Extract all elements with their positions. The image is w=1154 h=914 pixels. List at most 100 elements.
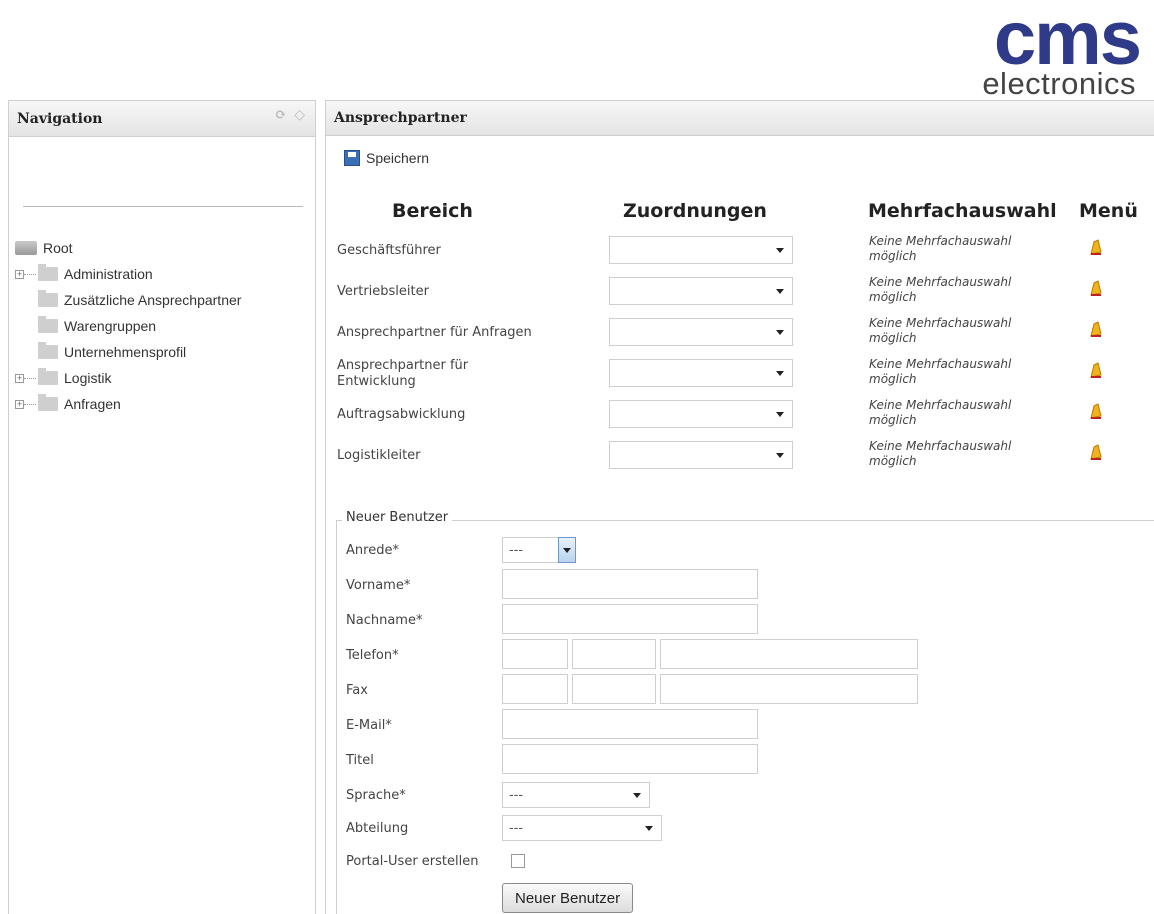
- assignment-row: Ansprechpartner für Entwicklung Keine Me…: [337, 355, 1137, 393]
- vorname-row: Vorname*: [346, 570, 506, 600]
- expand-plus-icon[interactable]: +: [15, 269, 24, 279]
- assignment-select[interactable]: [609, 236, 793, 264]
- dropdown-arrow-icon: [645, 826, 653, 831]
- nachname-field[interactable]: [502, 604, 758, 634]
- abteilung-select[interactable]: ---: [502, 815, 662, 841]
- dropdown-arrow-icon: [776, 248, 784, 253]
- save-button[interactable]: Speichern: [344, 150, 429, 166]
- tree-item-unternehmensprofil[interactable]: Unternehmensprofil: [15, 339, 315, 365]
- page-title: Ansprechpartner: [334, 110, 467, 126]
- assignment-select[interactable]: [609, 441, 793, 469]
- dropdown-arrow-icon: [776, 371, 784, 376]
- assignment-label: Logistikleiter: [337, 448, 421, 463]
- save-disk-icon: [344, 150, 360, 166]
- anrede-select[interactable]: ---: [502, 537, 576, 563]
- abteilung-label: Abteilung: [346, 820, 409, 836]
- new-user-legend: Neuer Benutzer: [342, 510, 453, 525]
- assignment-select[interactable]: [609, 400, 793, 428]
- main-panel: Ansprechpartner Speichern Bereich Zuordn…: [325, 100, 1154, 914]
- fax-area-field[interactable]: [572, 674, 656, 704]
- abteilung-value: ---: [509, 820, 524, 836]
- navigation-toolbar-area: [23, 137, 303, 207]
- anrede-label: Anrede*: [346, 542, 399, 558]
- vorname-field[interactable]: [502, 569, 758, 599]
- abteilung-row: Abteilung: [346, 813, 506, 843]
- edit-pencil-icon[interactable]: [1089, 238, 1103, 256]
- telefon-country-field[interactable]: [502, 639, 568, 669]
- anrede-value: ---: [509, 542, 524, 558]
- assignment-row: Ansprechpartner für Anfragen Keine Mehrf…: [337, 314, 1137, 352]
- telefon-number-field[interactable]: [660, 639, 918, 669]
- root-drive-icon: [15, 241, 37, 255]
- assignment-select[interactable]: [609, 359, 793, 387]
- new-user-button[interactable]: Neuer Benutzer: [502, 883, 634, 913]
- nachname-label: Nachname*: [346, 612, 423, 628]
- folder-icon: [38, 342, 58, 359]
- dropdown-arrow-icon: [776, 330, 784, 335]
- navigation-panel: Navigation ⟳ ◇ Root + Administration Zus…: [8, 100, 316, 914]
- tree-item-label: Warengruppen: [64, 318, 157, 334]
- telefon-area-field[interactable]: [572, 639, 656, 669]
- fax-country-field[interactable]: [502, 674, 568, 704]
- fax-label: Fax: [346, 682, 368, 698]
- edit-pencil-icon[interactable]: [1089, 320, 1103, 338]
- assignment-row: Vertriebsleiter Keine Mehrfachauswahl mö…: [337, 273, 1137, 311]
- tree-item-warengruppen[interactable]: Warengruppen: [15, 313, 315, 339]
- edit-pencil-icon[interactable]: [1089, 402, 1103, 420]
- telefon-row: Telefon*: [346, 640, 506, 670]
- collapse-icon[interactable]: ◇: [294, 107, 305, 123]
- assignment-label: Vertriebsleiter: [337, 284, 429, 299]
- tree-item-label: Root: [43, 240, 73, 256]
- titel-row: Titel: [346, 745, 506, 775]
- multi-select-note: Keine Mehrfachauswahl möglich: [869, 398, 1012, 427]
- multi-select-note: Keine Mehrfachauswahl möglich: [869, 234, 1012, 263]
- multi-select-note: Keine Mehrfachauswahl möglich: [869, 316, 1012, 345]
- fax-number-field[interactable]: [660, 674, 918, 704]
- sprache-select[interactable]: ---: [502, 782, 650, 808]
- folder-icon: [38, 290, 58, 307]
- sprache-row: Sprache*: [346, 780, 506, 810]
- logo-subtitle: electronics: [982, 66, 1136, 101]
- edit-pencil-icon[interactable]: [1089, 443, 1103, 461]
- navigation-header: Navigation ⟳ ◇: [9, 101, 315, 137]
- email-field[interactable]: [502, 709, 758, 739]
- expand-plus-icon[interactable]: +: [15, 399, 24, 409]
- dropdown-arrow-icon: [776, 289, 784, 294]
- navigation-tree: Root + Administration Zusätzliche Anspre…: [9, 207, 315, 417]
- expand-plus-icon[interactable]: +: [15, 373, 24, 383]
- assignment-label: Geschäftsführer: [337, 243, 441, 258]
- tree-item-label: Anfragen: [64, 396, 121, 412]
- navigation-title: Navigation: [17, 110, 103, 127]
- edit-pencil-icon[interactable]: [1089, 361, 1103, 379]
- telefon-label: Telefon*: [346, 647, 399, 663]
- logo-wordmark: cms: [993, 0, 1142, 81]
- assignment-label: Ansprechpartner für Anfragen: [337, 325, 532, 340]
- dropdown-arrow-icon[interactable]: [558, 537, 576, 563]
- titel-label: Titel: [346, 752, 374, 768]
- email-label: E-Mail*: [346, 717, 392, 733]
- column-header-zuordnungen: Zuordnungen: [623, 200, 767, 222]
- folder-icon: [38, 368, 58, 385]
- assignment-select[interactable]: [609, 318, 793, 346]
- tree-item-label: Logistik: [64, 370, 112, 386]
- tree-item-anfragen[interactable]: + Anfragen: [15, 391, 315, 417]
- main-header: Ansprechpartner: [326, 100, 1154, 136]
- titel-field[interactable]: [502, 744, 758, 774]
- tree-item-administration[interactable]: + Administration: [15, 261, 315, 287]
- column-header-bereich: Bereich: [392, 200, 473, 222]
- multi-select-note: Keine Mehrfachauswahl möglich: [869, 275, 1012, 304]
- edit-pencil-icon[interactable]: [1089, 279, 1103, 297]
- refresh-icon[interactable]: ⟳: [274, 107, 286, 123]
- assignment-row: Auftragsabwicklung Keine Mehrfachauswahl…: [337, 396, 1137, 434]
- sprache-label: Sprache*: [346, 787, 406, 803]
- tree-item-logistik[interactable]: + Logistik: [15, 365, 315, 391]
- portal-user-checkbox[interactable]: [511, 854, 525, 868]
- folder-icon: [38, 394, 58, 411]
- tree-item-root[interactable]: Root: [15, 235, 315, 261]
- dropdown-arrow-icon: [776, 412, 784, 417]
- fax-row: Fax: [346, 675, 506, 705]
- portal-user-label: Portal-User erstellen: [346, 853, 479, 869]
- assignment-select[interactable]: [609, 277, 793, 305]
- tree-item-zusaetzliche-ansprechpartner[interactable]: Zusätzliche Ansprechpartner: [15, 287, 315, 313]
- email-row: E-Mail*: [346, 710, 506, 740]
